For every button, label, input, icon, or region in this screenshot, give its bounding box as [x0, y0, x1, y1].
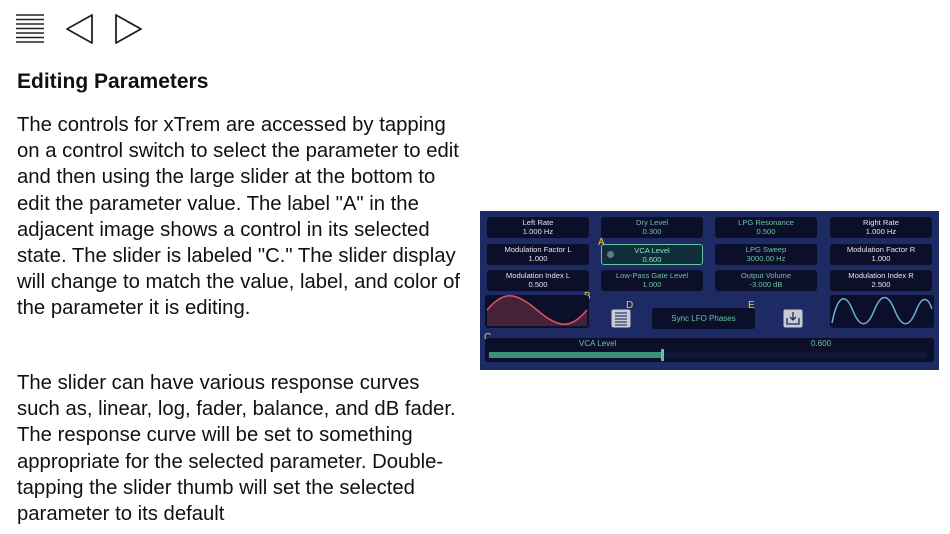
selected-indicator-icon [607, 251, 614, 258]
control-label: Modulation Index L [505, 271, 571, 280]
slider-fill [489, 352, 662, 358]
parameter-slider[interactable]: VCA Level 0.600 [485, 338, 934, 362]
back-triangle-icon[interactable] [64, 12, 96, 46]
control-value: -3.000 dB [749, 280, 783, 289]
control-label: Modulation Index R [848, 271, 914, 280]
control-value: 1.000 [871, 254, 891, 263]
control-value: 1.000 [642, 280, 662, 289]
control-modulation-factor-r[interactable]: Modulation Factor R 1.000 [830, 244, 932, 265]
forward-triangle-icon[interactable] [113, 12, 145, 46]
control-modulation-index-r[interactable]: Modulation Index R 2.500 [830, 270, 932, 291]
control-vca-level[interactable]: VCA Level 0.600 [601, 244, 703, 265]
slider-track[interactable] [489, 349, 927, 361]
control-output-volume[interactable]: Output Volume -3.000 dB [715, 270, 817, 291]
control-label: Modulation Factor R [846, 245, 916, 254]
slider-thumb[interactable] [661, 349, 664, 361]
control-label: LPG Resonance [738, 218, 794, 227]
control-value: 0.600 [642, 255, 662, 264]
list-icon[interactable] [14, 12, 46, 44]
control-value: 0.500 [528, 280, 548, 289]
control-label: Right Rate [863, 218, 899, 227]
save-tray-icon[interactable] [783, 309, 803, 328]
body-paragraph: The controls for xTrem are accessed by t… [17, 114, 461, 320]
control-modulation-index-l[interactable]: Modulation Index L 0.500 [487, 270, 589, 291]
control-value: 1.000 Hz [865, 227, 897, 236]
sync-lfo-phases-button[interactable]: Sync LFO Phases [652, 308, 755, 329]
control-lpg-sweep[interactable]: LPG Sweep 3000.00 Hz [715, 244, 817, 265]
control-value: 2.500 [871, 280, 891, 289]
control-value: 1.000 Hz [522, 227, 554, 236]
control-modulation-factor-l[interactable]: Modulation Factor L 1.000 [487, 244, 589, 265]
control-value: 1.000 [528, 254, 548, 263]
slider-parameter-name: VCA Level [579, 339, 617, 348]
control-label: VCA Level [634, 246, 670, 255]
control-value: 3000.00 Hz [746, 254, 786, 263]
control-right-rate[interactable]: Right Rate 1.000 Hz [830, 217, 932, 238]
body-paragraph: The slider can have various response cur… [17, 372, 456, 526]
control-label: Low-Pass Gate Level [615, 271, 689, 280]
control-label: Dry Level [635, 218, 669, 227]
control-value: 0.500 [756, 227, 776, 236]
control-left-rate[interactable]: Left Rate 1.000 Hz [487, 217, 589, 238]
control-dry-level[interactable]: Dry Level 0.300 [601, 217, 703, 238]
control-label: Left Rate [522, 218, 554, 227]
control-value: 0.300 [642, 227, 662, 236]
control-label: Modulation Factor L [504, 245, 572, 254]
control-label: LPG Sweep [745, 245, 787, 254]
page-title: Editing Parameters [17, 70, 209, 93]
right-lfo-waveform [830, 295, 934, 328]
control-label: Output Volume [740, 271, 792, 280]
xtrem-screenshot-figure: Left Rate 1.000 Hz Dry Level 0.300 LPG Reson… [480, 211, 939, 370]
control-low-pass-gate-level[interactable]: Low-Pass Gate Level 1.000 [601, 270, 703, 291]
slider-value: 0.600 [811, 339, 832, 348]
control-lpg-resonance[interactable]: LPG Resonance 0.500 [715, 217, 817, 238]
left-lfo-waveform [485, 295, 589, 328]
marker-a: A [598, 237, 605, 248]
presets-list-icon[interactable] [611, 309, 631, 328]
